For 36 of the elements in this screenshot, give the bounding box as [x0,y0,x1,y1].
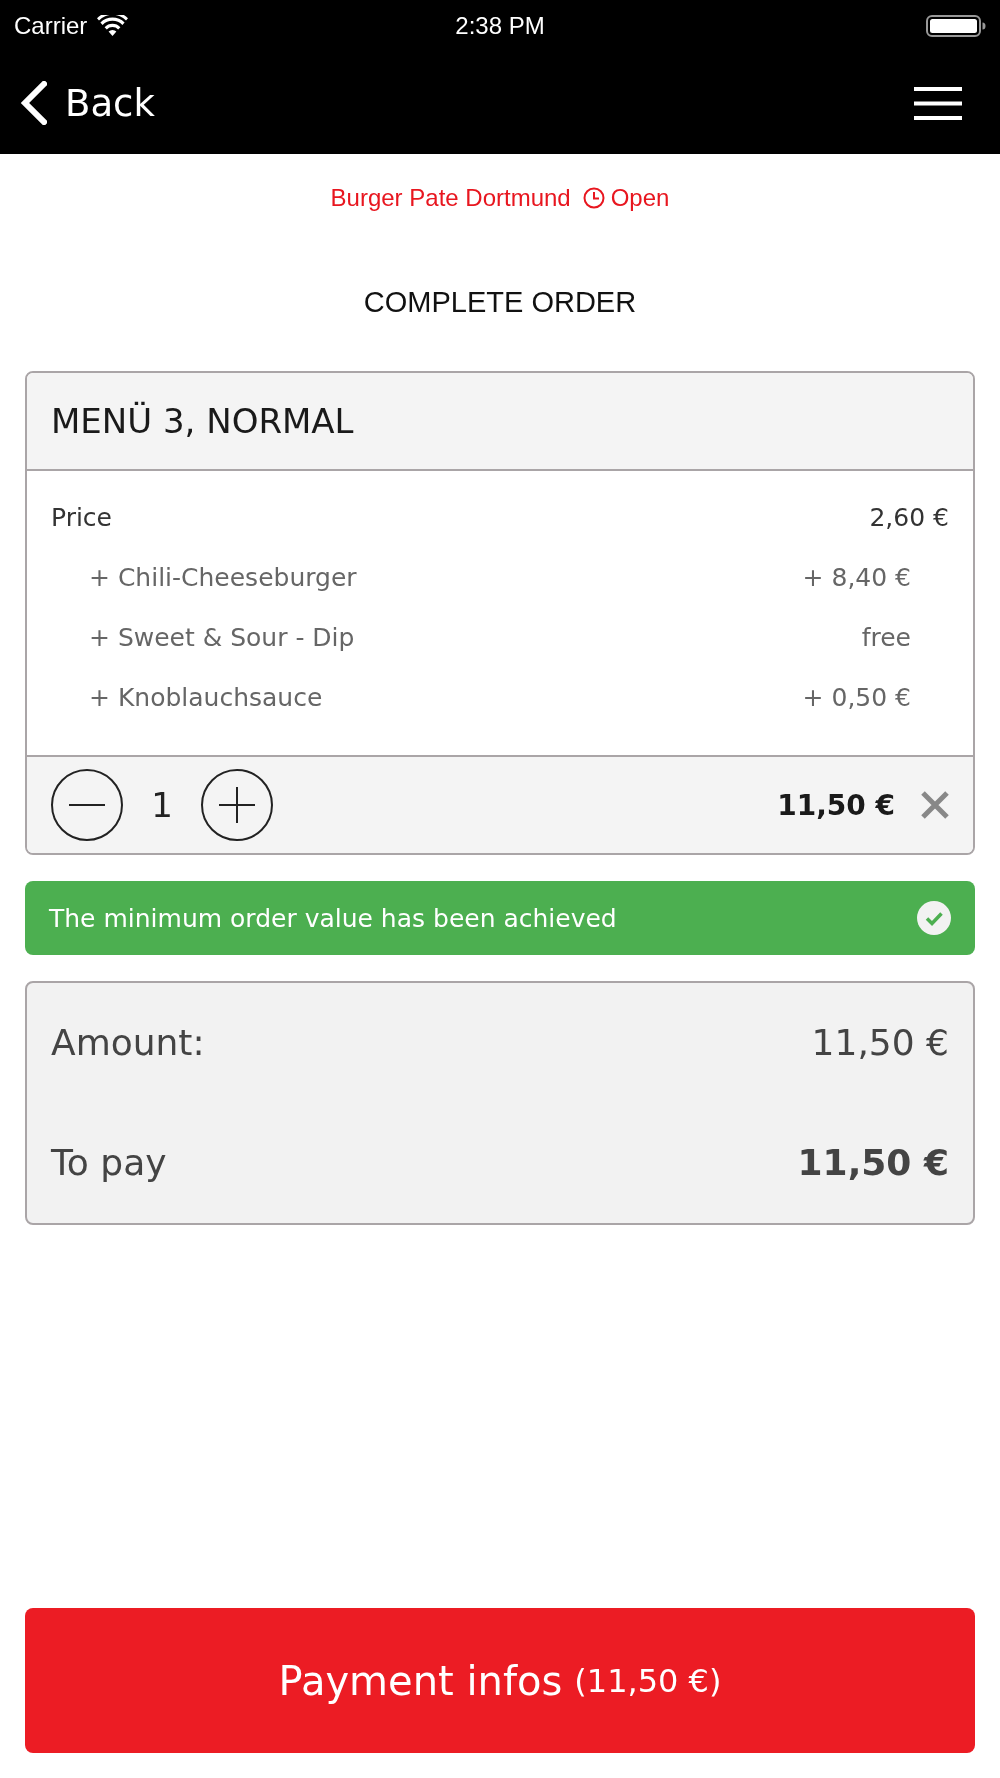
price-value: 2,60 € [869,502,949,534]
restaurant-name: Burger Pate Dortmund [330,184,571,212]
menu-button[interactable] [914,86,962,120]
battery-icon [926,15,986,37]
increase-button[interactable] [201,769,273,841]
item-total: 11,50 € [777,788,895,822]
page-title: COMPLETE ORDER [362,285,638,319]
minus-icon [69,804,105,806]
check-circle-icon [917,901,951,935]
close-icon [921,791,949,819]
price-label: Price [51,502,112,534]
clock-icon [582,187,605,209]
chevron-left-icon [20,81,47,125]
option-price: free [861,622,911,654]
menu-icon [914,86,962,120]
summary-value: 11,50 € [811,1021,949,1065]
option-price: + 0,50 € [802,682,911,714]
decrease-button[interactable] [51,769,123,841]
carrier-label: Carrier [14,12,88,40]
summary-label: To pay [51,1141,167,1185]
option-name: + Chili-Cheeseburger [89,562,357,594]
notice-text: The minimum order value has been achieved [49,903,617,933]
item-title: MENÜ 3, NORMAL [51,401,354,441]
option-name: + Sweet & Sour - Dip [89,622,355,654]
payment-button[interactable]: Payment infos (11,50 €) [25,1608,975,1753]
option-price: + 8,40 € [802,562,911,594]
summary-label: Amount: [51,1021,205,1065]
wifi-icon [97,15,129,37]
status-time: 2:38 PM [455,12,545,40]
option-name: + Knoblauchsauce [89,682,323,714]
remove-button[interactable] [921,791,949,819]
back-button[interactable]: Back [20,81,155,125]
open-status: Open [610,184,670,212]
quantity-value: 1 [150,785,174,825]
summary-value: 11,50 € [797,1141,949,1185]
plus-icon [219,787,255,823]
